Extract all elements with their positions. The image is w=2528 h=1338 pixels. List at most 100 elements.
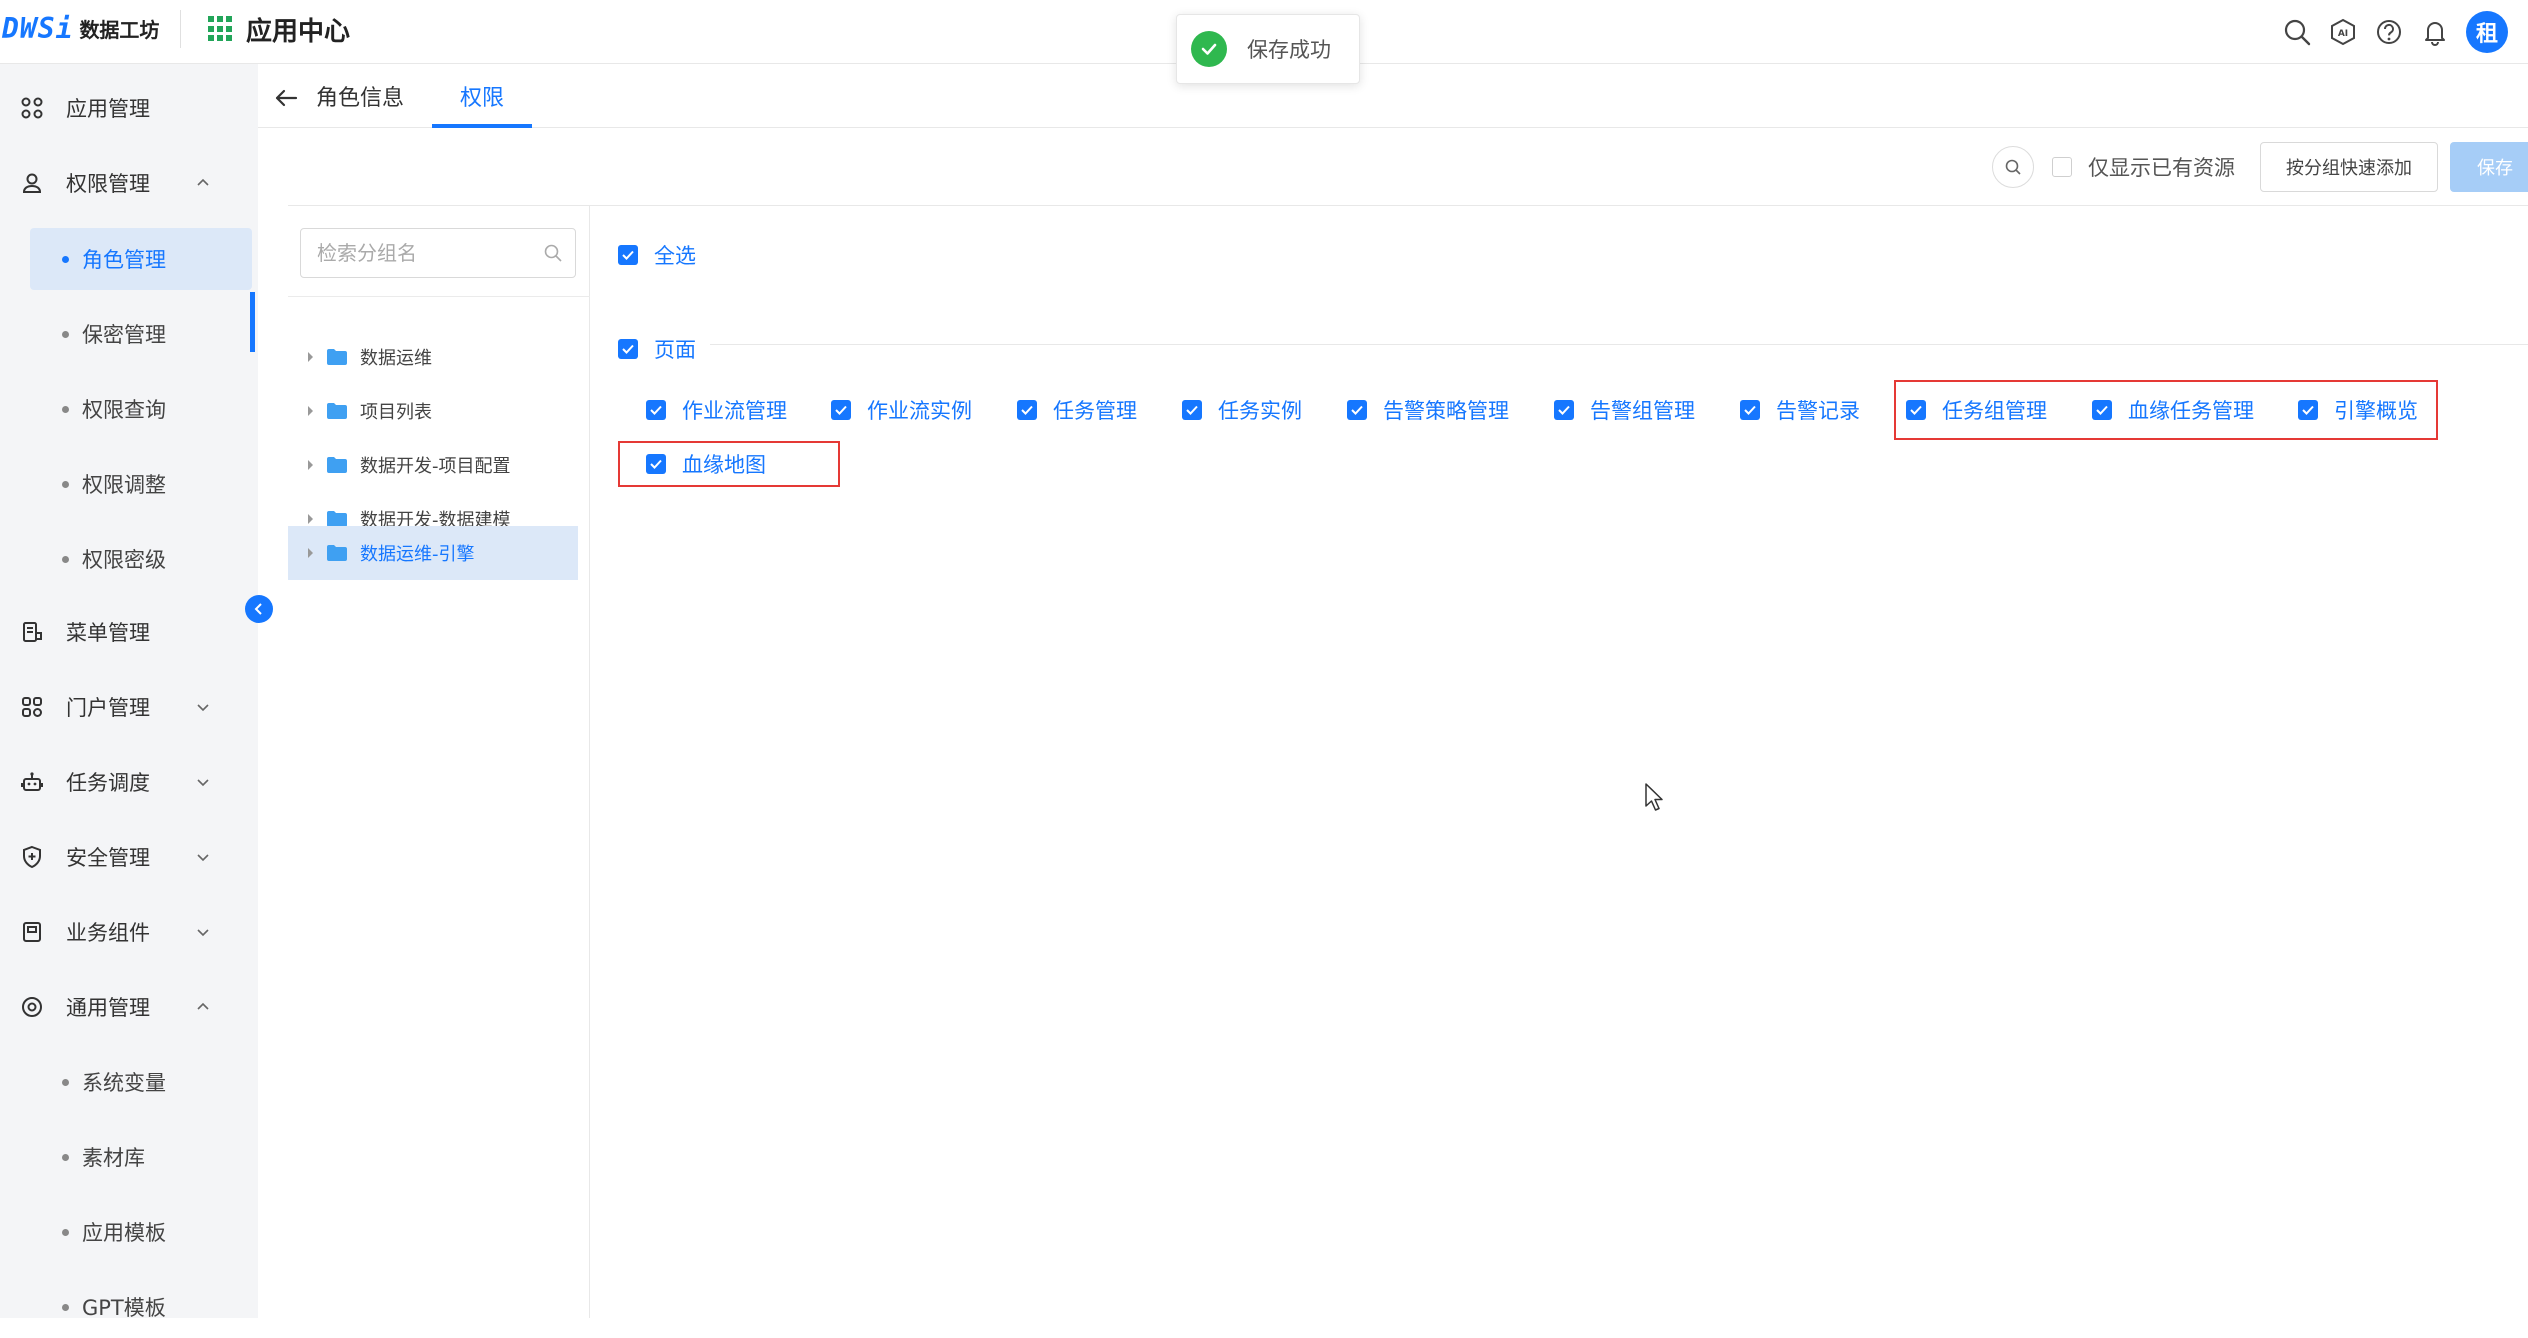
checkbox-checked-icon: [1347, 400, 1367, 420]
permission-checkbox[interactable]: 任务实例: [1182, 390, 1302, 430]
back-arrow-icon[interactable]: [272, 84, 300, 112]
highlight-box: [1894, 380, 2438, 440]
sidebar-item-business-components[interactable]: 业务组件: [0, 902, 258, 962]
caret-right-icon: [308, 514, 313, 524]
sidebar-item-task-scheduling[interactable]: 任务调度: [0, 752, 258, 812]
sidebar-item-permission-management[interactable]: 权限管理: [0, 153, 258, 213]
permission-checkbox[interactable]: 告警记录: [1740, 390, 1860, 430]
sidebar-subitem-label: 保密管理: [82, 323, 166, 347]
sidebar-subitem-label: 权限调整: [82, 473, 166, 497]
permission-label: 告警策略管理: [1383, 399, 1509, 423]
checkbox-checked-icon: [1554, 400, 1574, 420]
sidebar-item-portal-management[interactable]: 门户管理: [0, 677, 258, 737]
tab-permissions[interactable]: 权限: [460, 64, 504, 128]
sidebar-subitem-gpt-templates[interactable]: GPT模板: [30, 1276, 252, 1338]
select-all-checkbox[interactable]: 全选: [618, 240, 696, 270]
permission-checkbox[interactable]: 告警策略管理: [1347, 390, 1509, 430]
checkbox-checked-icon: [618, 339, 638, 359]
active-indicator: [250, 292, 255, 352]
bullet-dot-icon: [62, 555, 69, 563]
checkbox-checked-icon: [831, 400, 851, 420]
sidebar-item-label: 权限管理: [66, 172, 150, 196]
sidebar-item-general-management[interactable]: 通用管理: [0, 977, 258, 1037]
notification-bell-icon[interactable]: [2412, 10, 2458, 54]
tree-node[interactable]: 数据开发-项目配置: [288, 438, 578, 492]
only-existing-resources-toggle[interactable]: 仅显示已有资源: [2052, 146, 2235, 188]
sidebar-subitem-role-management[interactable]: 角色管理: [30, 228, 252, 290]
permission-checkbox[interactable]: 任务管理: [1017, 390, 1137, 430]
toast-message: 保存成功: [1247, 38, 1331, 62]
app-grid-icon: [208, 16, 234, 42]
sidebar-subitem-label: 系统变量: [82, 1071, 166, 1095]
permission-checkbox[interactable]: 作业流实例: [831, 390, 972, 430]
checkbox-checked-icon: [1182, 400, 1202, 420]
app-center-title: 应用中心: [246, 16, 351, 47]
sidebar-subitem-asset-library[interactable]: 素材库: [30, 1126, 252, 1188]
permission-checkbox[interactable]: 作业流管理: [646, 390, 787, 430]
tree-node-selected[interactable]: 数据运维-引擎: [288, 526, 578, 580]
sidebar-subitem-app-templates[interactable]: 应用模板: [30, 1201, 252, 1263]
group-search-input[interactable]: 检索分组名: [317, 229, 417, 277]
sidebar-subitem-permission-adjust[interactable]: 权限调整: [30, 453, 252, 515]
checkbox-checked-icon: [646, 400, 666, 420]
group-search-field[interactable]: 检索分组名: [300, 228, 576, 278]
app-logo[interactable]: DWSi 数据工坊: [2, 6, 159, 50]
section-page-checkbox[interactable]: 页面: [618, 334, 696, 364]
chevron-down-icon: [192, 771, 214, 793]
help-icon[interactable]: [2366, 10, 2412, 54]
sidebar-subitem-secret-management[interactable]: 保密管理: [30, 303, 252, 365]
sidebar-subitem-system-variables[interactable]: 系统变量: [30, 1051, 252, 1113]
sidebar-item-label: 通用管理: [66, 996, 150, 1020]
sidebar-item-label: 菜单管理: [66, 621, 150, 645]
sidebar-subitem-label: 角色管理: [82, 248, 166, 272]
permission-label: 告警组管理: [1590, 399, 1695, 423]
sidebar-item-label: 应用管理: [66, 97, 150, 121]
tree-node[interactable]: 项目列表: [288, 384, 578, 438]
sidebar-item-label: 业务组件: [66, 921, 150, 945]
sidebar-subitem-permission-level[interactable]: 权限密级: [30, 528, 252, 590]
bullet-dot-icon: [62, 1078, 69, 1086]
tree-node[interactable]: 数据运维: [288, 330, 578, 384]
tab-role-info[interactable]: 角色信息: [316, 64, 404, 128]
user-lock-icon: [18, 169, 46, 197]
folder-icon: [327, 457, 347, 473]
permission-checkbox[interactable]: 告警组管理: [1554, 390, 1695, 430]
save-success-toast: 保存成功: [1176, 14, 1360, 84]
tree-node-label: 数据运维: [360, 348, 432, 369]
robot-icon: [18, 768, 46, 796]
page-tabs: 角色信息 权限: [258, 64, 2528, 128]
caret-right-icon: [308, 460, 313, 470]
sidebar-collapse-button[interactable]: [245, 595, 273, 623]
resource-search-button[interactable]: [1992, 146, 2034, 188]
quick-add-by-group-button[interactable]: 按分组快速添加: [2260, 142, 2438, 192]
sidebar-item-app-management[interactable]: 应用管理: [0, 78, 258, 138]
app-center-button[interactable]: 应用中心: [208, 10, 350, 48]
ai-assistant-icon[interactable]: AI: [2320, 10, 2366, 54]
chevron-down-icon: [192, 846, 214, 868]
chevron-left-icon: [254, 603, 262, 615]
permission-panel: 全选 页面 作业流管理 作业流实例 任务管理 任务实例 告警策略管理 告警组管理…: [590, 206, 2528, 1318]
bullet-dot-icon: [62, 1303, 69, 1311]
permission-label: 作业流管理: [682, 399, 787, 423]
save-button[interactable]: 保存: [2450, 142, 2528, 192]
sidebar-item-security-management[interactable]: 安全管理: [0, 827, 258, 887]
header-divider: [180, 10, 181, 48]
checkbox-checked-icon: [1017, 400, 1037, 420]
search-icon: [2005, 159, 2021, 175]
logo-mark: DWSi: [2, 11, 74, 45]
bullet-dot-icon: [62, 480, 69, 488]
sidebar-item-label: 门户管理: [66, 696, 150, 720]
caret-right-icon: [308, 352, 313, 362]
sidebar-subitem-permission-query[interactable]: 权限查询: [30, 378, 252, 440]
component-box-icon: [18, 918, 46, 946]
user-avatar[interactable]: 租: [2466, 11, 2508, 53]
sidebar-subitem-label: 素材库: [82, 1146, 145, 1170]
header-actions: AI 租: [2274, 10, 2508, 54]
folder-icon: [327, 349, 347, 365]
success-check-icon: [1191, 31, 1227, 67]
only-existing-checkbox[interactable]: [2052, 157, 2072, 177]
search-icon[interactable]: [2274, 10, 2320, 54]
sidebar-subitem-label: 应用模板: [82, 1221, 166, 1245]
sidebar-item-menu-management[interactable]: 菜单管理: [0, 602, 258, 662]
select-all-label: 全选: [654, 244, 696, 268]
